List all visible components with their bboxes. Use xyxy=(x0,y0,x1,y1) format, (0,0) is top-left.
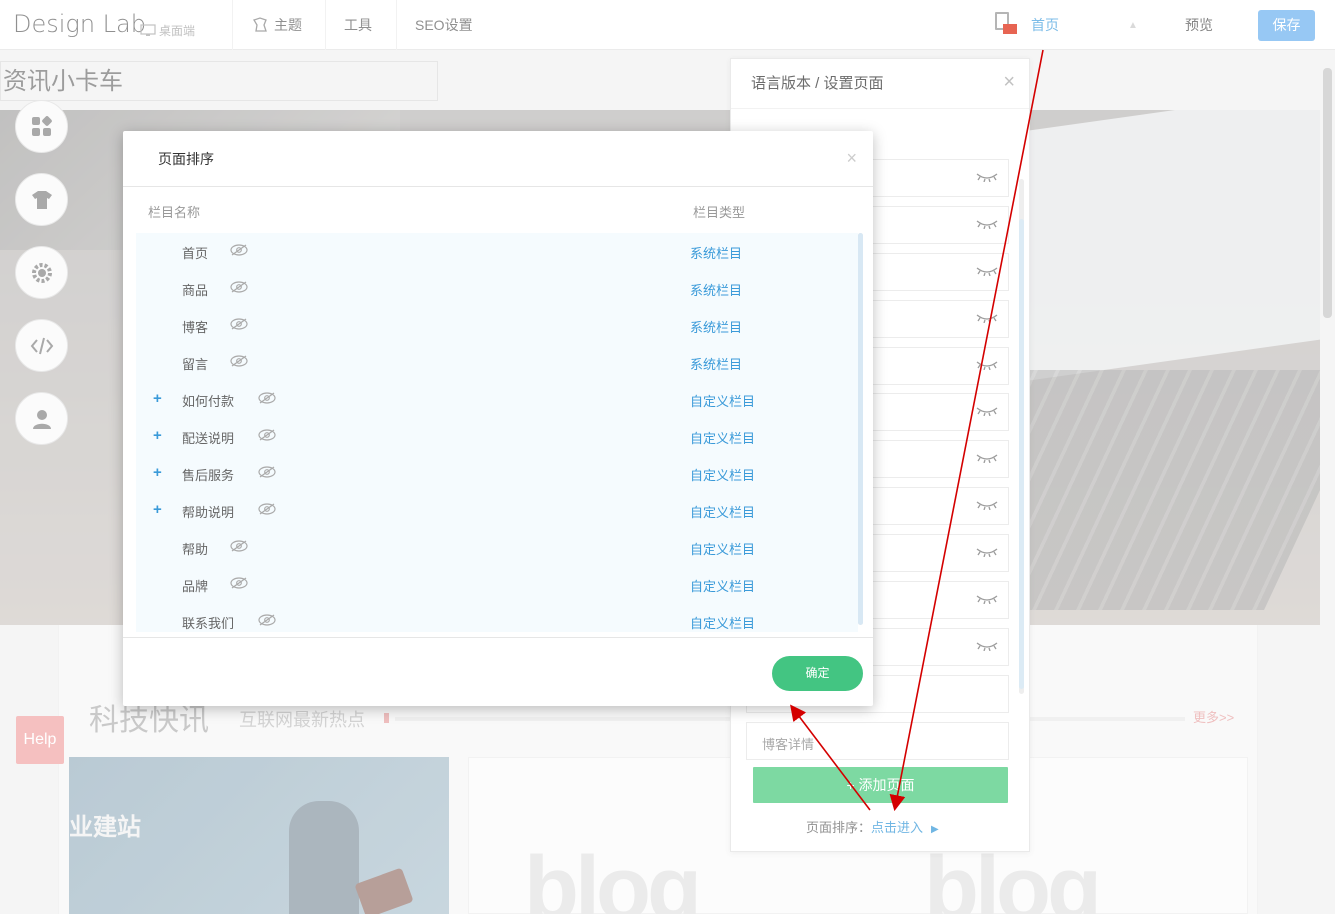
eye-icon[interactable] xyxy=(258,429,276,441)
eye-icon[interactable] xyxy=(230,540,248,552)
eye-icon[interactable] xyxy=(230,318,248,330)
column-name: 帮助说明 xyxy=(182,505,235,520)
expand-plus-icon[interactable]: + xyxy=(153,427,162,444)
list-item[interactable]: 帮助 自定义栏目 xyxy=(136,529,858,566)
eye-icon[interactable] xyxy=(258,466,276,478)
column-type: 自定义栏目 xyxy=(690,394,756,409)
eye-icon[interactable] xyxy=(258,503,276,515)
column-name: 如何付款 xyxy=(182,394,235,409)
expand-plus-icon[interactable]: + xyxy=(153,390,162,407)
column-name: 博客 xyxy=(182,320,209,335)
eye-icon[interactable] xyxy=(230,577,248,589)
column-type: 系统栏目 xyxy=(690,357,743,372)
list-item[interactable]: + 配送说明 自定义栏目 xyxy=(136,418,858,455)
list-item[interactable]: 博客 系统栏目 xyxy=(136,307,858,344)
column-header-type: 栏目类型 xyxy=(693,205,746,220)
eye-icon[interactable] xyxy=(258,392,276,404)
column-name: 配送说明 xyxy=(182,431,235,446)
modal-close-icon[interactable]: × xyxy=(846,148,857,169)
column-name: 帮助 xyxy=(182,542,209,557)
column-name: 品牌 xyxy=(182,579,209,594)
column-name: 联系我们 xyxy=(182,616,235,631)
column-type: 自定义栏目 xyxy=(690,468,756,483)
list-item[interactable]: 联系我们 自定义栏目 xyxy=(136,603,858,632)
list-item[interactable]: + 帮助说明 自定义栏目 xyxy=(136,492,858,529)
eye-icon[interactable] xyxy=(230,244,248,256)
column-name: 售后服务 xyxy=(182,468,235,483)
eye-icon[interactable] xyxy=(258,614,276,626)
column-name: 首页 xyxy=(182,246,209,261)
eye-icon[interactable] xyxy=(230,281,248,293)
column-type: 自定义栏目 xyxy=(690,505,756,520)
column-type: 自定义栏目 xyxy=(690,616,756,631)
list-scrollbar[interactable] xyxy=(858,233,863,625)
column-type: 自定义栏目 xyxy=(690,579,756,594)
page-sort-modal: 页面排序 × 栏目名称 栏目类型 首页 系统栏目 商品 系统栏目 博客 系统栏目… xyxy=(123,131,873,706)
expand-plus-icon[interactable]: + xyxy=(153,501,162,518)
column-type: 系统栏目 xyxy=(690,320,743,335)
list-item[interactable]: 品牌 自定义栏目 xyxy=(136,566,858,603)
modal-title: 页面排序 xyxy=(123,131,873,187)
column-type: 自定义栏目 xyxy=(690,431,756,446)
list-item[interactable]: 首页 系统栏目 xyxy=(136,233,858,270)
column-type: 系统栏目 xyxy=(690,283,743,298)
list-item[interactable]: 商品 系统栏目 xyxy=(136,270,858,307)
expand-plus-icon[interactable]: + xyxy=(153,464,162,481)
list-item[interactable]: + 如何付款 自定义栏目 xyxy=(136,381,858,418)
list-item[interactable]: + 售后服务 自定义栏目 xyxy=(136,455,858,492)
column-type: 系统栏目 xyxy=(690,246,743,261)
column-list: 首页 系统栏目 商品 系统栏目 博客 系统栏目 留言 系统栏目 + 如何付款 自… xyxy=(136,233,858,632)
list-item[interactable]: 留言 系统栏目 xyxy=(136,344,858,381)
modal-footer-divider xyxy=(123,637,873,638)
column-name: 留言 xyxy=(182,357,209,372)
confirm-button[interactable]: 确定 xyxy=(772,656,863,691)
column-type: 自定义栏目 xyxy=(690,542,756,557)
column-name: 商品 xyxy=(182,283,209,298)
eye-icon[interactable] xyxy=(230,355,248,367)
column-header-name: 栏目名称 xyxy=(148,205,201,220)
